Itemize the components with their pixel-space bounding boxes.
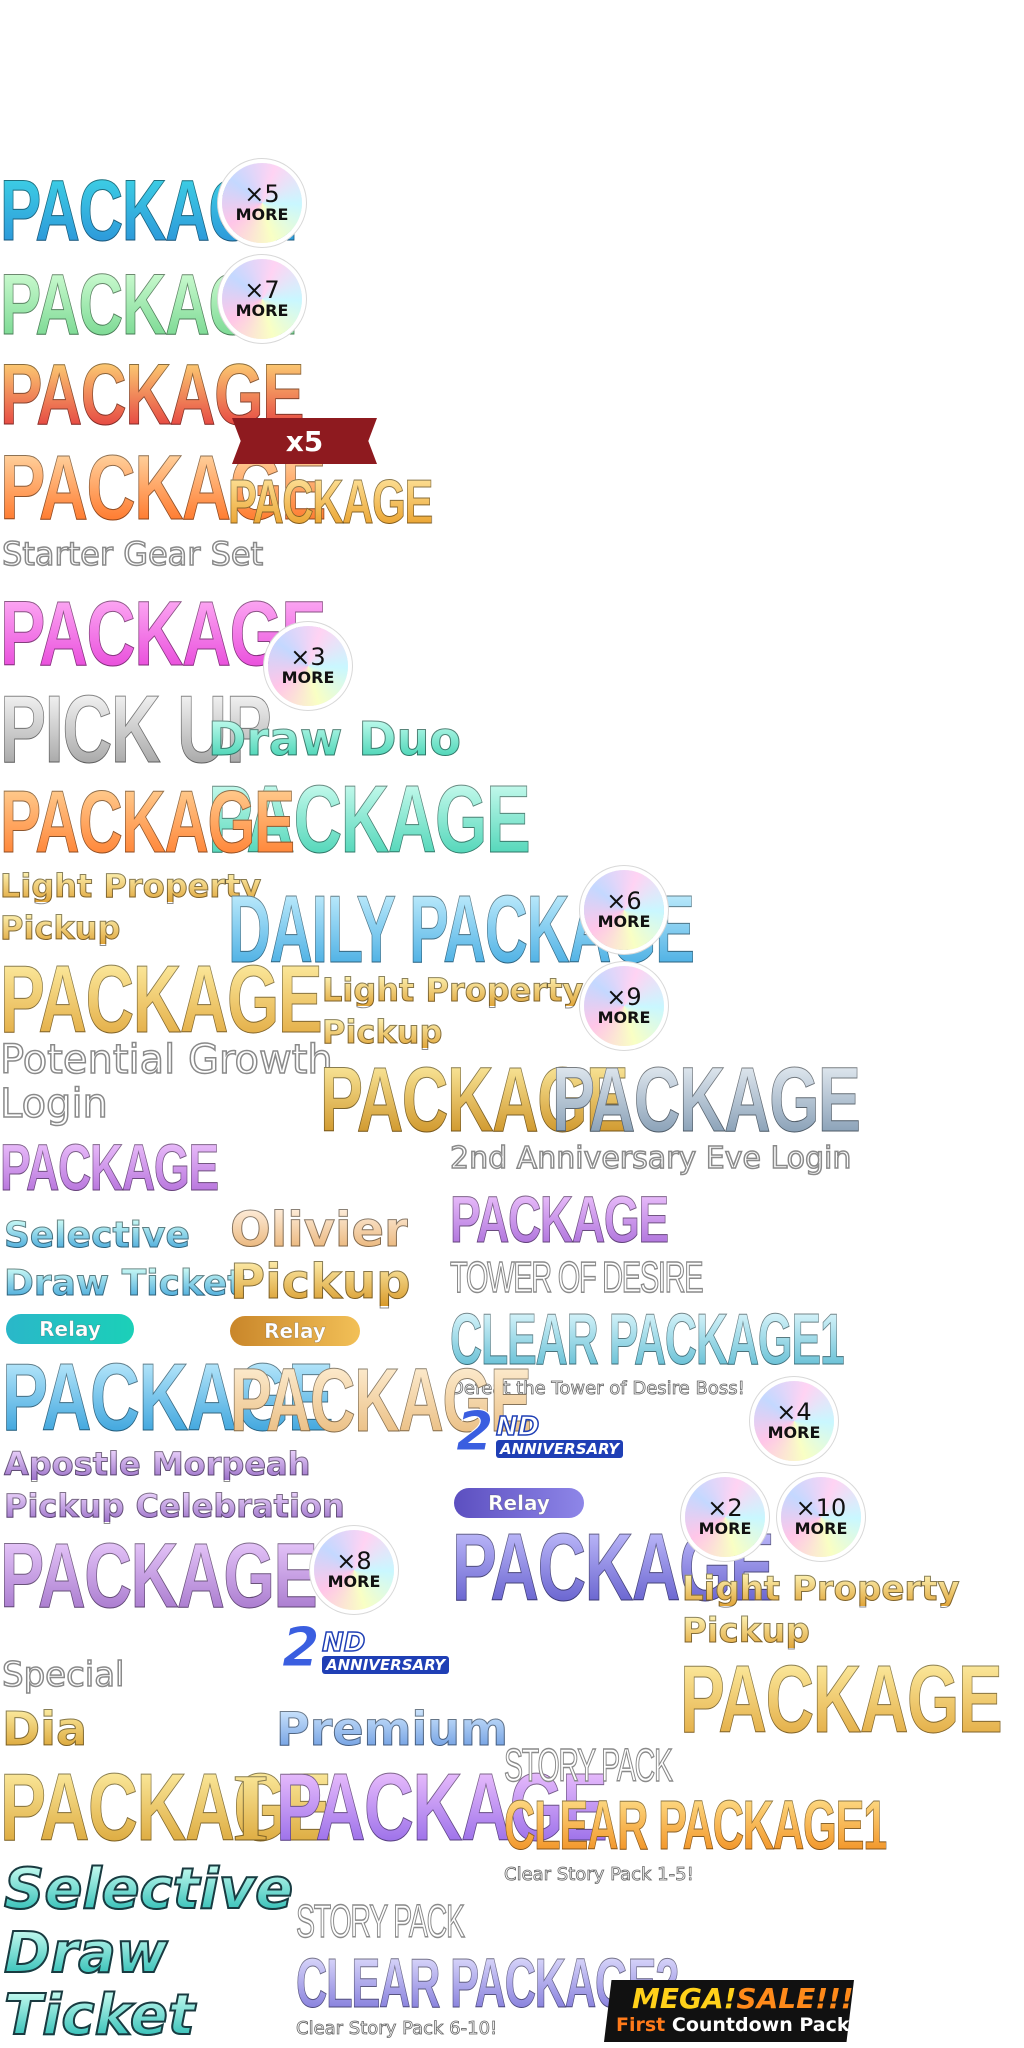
draw-duo-label: Draw Duo [208, 712, 462, 766]
light-property-label-1: Light Property [682, 1569, 961, 1609]
badge-more-label: MORE [327, 1572, 381, 1591]
badge-count: ×2 [707, 1494, 743, 1522]
apostle-morpeah-label: Apostle Morpeah [3, 1445, 311, 1483]
selective-big-3: Ticket [3, 1983, 196, 2048]
story-caption-2: Clear Story Pack 6-10! [296, 2018, 498, 2040]
x5-ribbon: x5 [232, 418, 377, 464]
package-title-gold-small: PACKAGE [228, 468, 434, 537]
relay-label: Relay [488, 1491, 550, 1516]
more-badge-x5: ×5 MORE [222, 163, 302, 243]
badge-count: ×9 [606, 983, 642, 1011]
more-badge-x9: ×9 MORE [584, 966, 664, 1046]
olivier-label: Olivier [230, 1202, 409, 1258]
more-badge-x2: ×2 MORE [685, 1477, 765, 1557]
olivier-pickup-label: Pickup [230, 1254, 412, 1310]
selective-big-1: Selective [3, 1857, 294, 1922]
relay-label: Relay [264, 1319, 326, 1344]
package-title-orange-2: PACKAGE [0, 772, 295, 871]
badge-count: ×3 [290, 643, 326, 671]
mega-sale-headline: MEGA!SALE!!! [632, 1982, 854, 2015]
badge-more-label: MORE [235, 205, 289, 224]
badge-more-label: MORE [767, 1423, 821, 1442]
package-title-lavender-small: PACKAGE [0, 1130, 220, 1204]
draw-ticket-label: Draw Ticket [4, 1263, 246, 1304]
package-title-gold: PACKAGE [0, 946, 323, 1053]
badge-count: ×10 [795, 1494, 847, 1522]
countdown-package-text: Countdown Package [665, 2014, 889, 2036]
relay-badge-gold: Relay [230, 1316, 360, 1346]
badge-more-label: MORE [281, 668, 335, 687]
badge-count: ×7 [244, 276, 280, 304]
selective-label: Selective [4, 1215, 191, 1256]
story-pack-title-1: STORY PACK [504, 1739, 674, 1791]
second-anniversary-logo: 2 ND ANNIVERSARY [282, 1616, 502, 1686]
more-badge-x8: ×8 MORE [314, 1530, 394, 1610]
story-pack-title-2: STORY PACK [296, 1895, 466, 1947]
second-anniversary-logo: 2 ND ANNIVERSARY [456, 1400, 676, 1470]
more-badge-x10: ×10 MORE [781, 1477, 861, 1557]
apostle-pickup-celebration-label: Pickup Celebration [4, 1487, 346, 1525]
potential-growth-label-2: Login [0, 1081, 109, 1127]
light-property-label-2: Pickup [0, 909, 121, 947]
selective-big-2: Draw [3, 1921, 169, 1986]
anniv-nd: ND [321, 1627, 366, 1659]
ribbon-label: x5 [285, 424, 324, 458]
package-title-purple: PACKAGE [0, 1525, 318, 1627]
anniv-nd: ND [495, 1411, 540, 1443]
dia-label: Dia [2, 1702, 88, 1756]
badge-count: ×6 [606, 887, 642, 915]
clear-package1-title: CLEAR PACKAGE1 [504, 1786, 888, 1864]
potential-growth-label-1: Potential Growth [0, 1037, 333, 1083]
premium-label: Premium [276, 1702, 509, 1756]
relay-label: Relay [39, 1317, 101, 1342]
badge-more-label: MORE [597, 912, 651, 931]
badge-count: ×8 [336, 1547, 372, 1575]
badge-more-label: MORE [597, 1008, 651, 1027]
starter-gear-set-label: Starter Gear Set [1, 535, 264, 573]
more-badge-x6: ×6 MORE [584, 870, 664, 950]
package-title-gold-right: PACKAGE [680, 1646, 1003, 1753]
story-caption-1: Clear Story Pack 1-5! [504, 1864, 695, 1886]
badge-more-label: MORE [794, 1519, 848, 1538]
badge-more-label: MORE [698, 1519, 752, 1538]
relay-badge-teal: Relay [6, 1314, 134, 1344]
anniversary-eve-login-label: 2nd Anniversary Eve Login [449, 1141, 852, 1176]
light-property-label-2: Pickup [682, 1611, 811, 1651]
badge-count: ×5 [244, 180, 280, 208]
mega-word: MEGA! [632, 1982, 737, 2015]
countdown-package-line: First Countdown Package [616, 2014, 889, 2036]
sale-word: SALE!!! [736, 1982, 854, 2015]
anniv-number: 2 [282, 1616, 321, 1680]
tower-of-desire-title: TOWER OF DESIRE [450, 1253, 705, 1302]
anniv-word: ANNIVERSARY [322, 1656, 450, 1674]
light-property-label-2: Pickup [321, 1013, 443, 1051]
more-badge-x4: ×4 MORE [754, 1381, 834, 1461]
light-property-label-1: Light Property [0, 867, 262, 905]
badge-more-label: MORE [235, 301, 289, 320]
special-label: Special [1, 1655, 125, 1695]
package-title-lavender-right: PACKAGE [450, 1182, 670, 1256]
light-property-label-1: Light Property [321, 971, 584, 1009]
anniv-number: 2 [456, 1400, 495, 1464]
anniv-word: ANNIVERSARY [496, 1440, 624, 1458]
roman-numeral-one: I [231, 1754, 269, 1861]
first-word: First [616, 2014, 666, 2036]
more-badge-x3: ×3 MORE [268, 626, 348, 706]
more-badge-x7: ×7 MORE [222, 259, 302, 339]
package-title-steel: PACKAGE [552, 1049, 862, 1151]
badge-count: ×4 [776, 1398, 812, 1426]
